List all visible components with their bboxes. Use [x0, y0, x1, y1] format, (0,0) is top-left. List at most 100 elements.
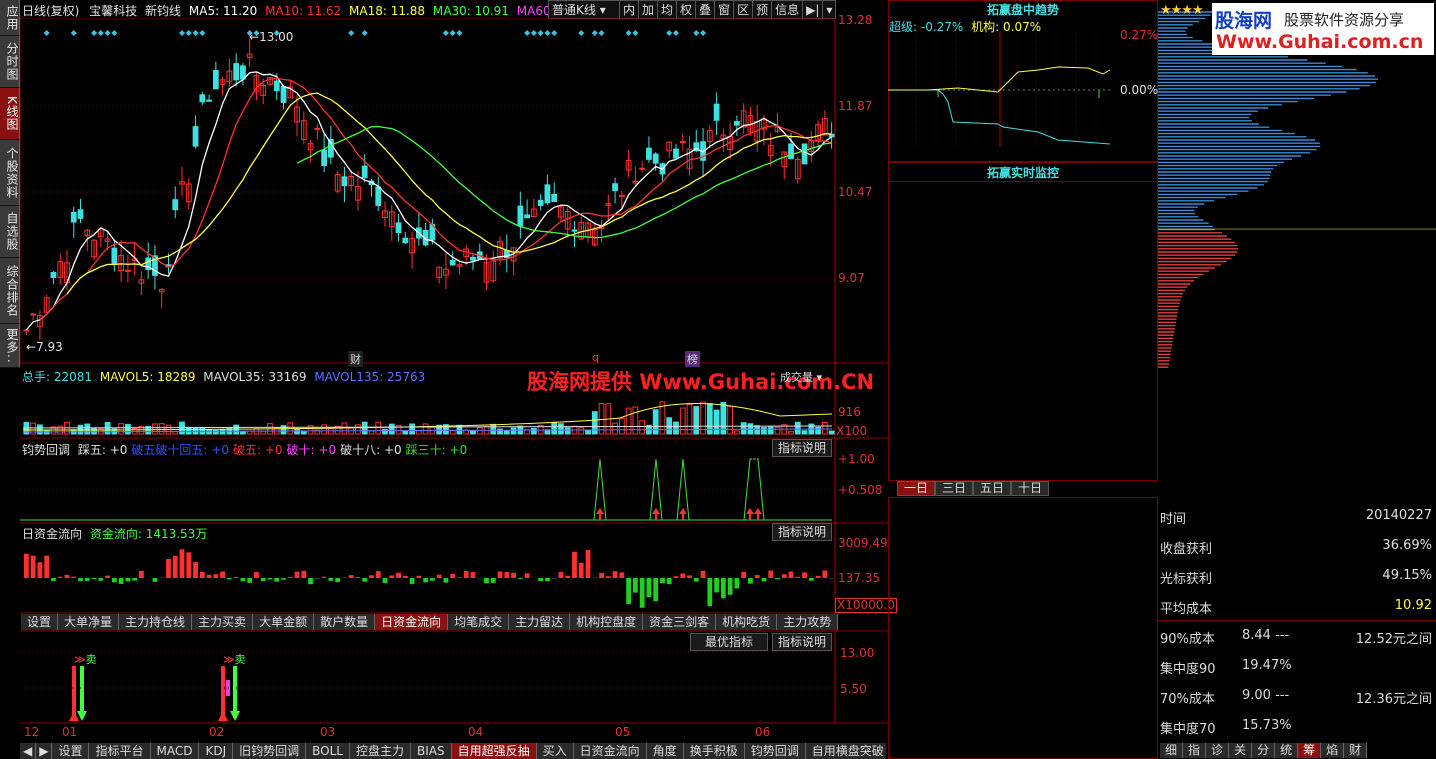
best-indicator-button[interactable]: 最优指标	[690, 633, 768, 651]
bottom-tab[interactable]: 旧钧势回调	[233, 743, 307, 759]
fund-flow-bar	[768, 570, 774, 578]
fund-flow-bar	[396, 572, 401, 578]
indicator-tab[interactable]: 机构控盘度	[570, 614, 644, 630]
bottom-tab[interactable]: MACD	[150, 743, 200, 759]
right-tab[interactable]: 统	[1275, 743, 1299, 758]
left-tab-6[interactable]: 更多..	[0, 324, 20, 368]
left-tab-2[interactable]: K线图	[0, 88, 20, 140]
indicator-tab[interactable]: 散户数量	[314, 614, 376, 630]
fund-flow-bar	[612, 571, 618, 578]
candle-down	[70, 212, 77, 223]
bottom-tab[interactable]: 换手积极	[683, 743, 745, 759]
diamond-marker	[449, 30, 456, 36]
toolbar-button[interactable]: 内	[619, 1, 638, 19]
chip-distribution-chart[interactable]	[1158, 0, 1436, 498]
bottom-tab[interactable]: 买入	[536, 743, 574, 759]
left-tab-3[interactable]: 个股资料	[0, 140, 20, 206]
diamond-marker	[185, 30, 192, 36]
next-arrow-icon[interactable]: ▶	[36, 743, 53, 759]
toolbar-button[interactable]: 叠	[695, 1, 714, 19]
day-tab[interactable]: 十日	[1011, 481, 1050, 496]
volume-bar	[531, 427, 537, 435]
indicator-tab[interactable]: 主力买卖	[192, 614, 254, 630]
volume-bar	[152, 423, 158, 435]
fund-flow-bar	[633, 578, 638, 593]
event-marker-finance[interactable]: 财	[348, 351, 363, 367]
chevron-down-icon[interactable]: ▾	[822, 1, 835, 19]
bottom-tab[interactable]: 角度	[646, 743, 684, 759]
prev-arrow-icon[interactable]: ◀	[20, 743, 37, 759]
indicator-tab[interactable]: 设置	[21, 614, 59, 630]
volume-bar	[503, 430, 510, 435]
indicator-tab[interactable]: 大单金额	[253, 614, 315, 630]
toolbar-button[interactable]: 预	[752, 1, 771, 19]
trend-help-button[interactable]: 指标说明	[772, 439, 832, 457]
volume-axis-label: 916	[838, 405, 861, 419]
day-tab[interactable]: 五日	[973, 481, 1012, 496]
indicator-tab[interactable]: 均笔成交	[448, 614, 510, 630]
toolbar-button[interactable]: 区	[733, 1, 752, 19]
high-price-value: 13.00	[259, 30, 294, 44]
volume-dropdown[interactable]: 成交量 ▾	[780, 369, 822, 385]
price-panel-frame	[20, 18, 836, 364]
toolbar-button[interactable]: 均	[657, 1, 676, 19]
right-tab[interactable]: 细	[1160, 743, 1184, 758]
toolbar-button[interactable]: 信息	[771, 1, 802, 19]
toolbar-button[interactable]: 权	[676, 1, 695, 19]
left-tab-5[interactable]: 综合排名	[0, 258, 20, 324]
bottom-tab[interactable]: 设置	[52, 743, 90, 759]
signal-panel-marks	[20, 651, 832, 721]
bottom-tab[interactable]: KDJ	[199, 743, 234, 759]
expand-icon[interactable]: ▶|	[802, 1, 822, 19]
toolbar-button[interactable]: 窗	[714, 1, 733, 19]
day-tab[interactable]: 一日	[897, 481, 936, 496]
fund-help-button[interactable]: 指标说明	[772, 523, 832, 541]
kline-type-select[interactable]: 普通K线 ▾	[549, 1, 619, 19]
indicator-tab[interactable]: 主力持仓线	[119, 614, 193, 630]
left-tab-4[interactable]: 自选股	[0, 206, 20, 258]
fund-flow-bar	[84, 578, 90, 581]
fund-flow-bar	[355, 577, 361, 578]
event-marker-rank[interactable]: 榜	[685, 351, 700, 367]
candle-down	[571, 229, 578, 232]
bottom-tab[interactable]: BIAS	[411, 743, 452, 759]
bottom-tab[interactable]: 自用超强反抽	[451, 743, 537, 759]
right-tab[interactable]: 筹	[1298, 743, 1322, 758]
bottom-tab[interactable]: BOLL	[306, 743, 350, 759]
toolbar-button[interactable]: 加	[638, 1, 657, 19]
indicator-tab[interactable]: 大单净量	[58, 614, 120, 630]
bottom-tab[interactable]: 自用横盘突破	[805, 743, 886, 759]
fund-flow-bar	[605, 576, 611, 578]
right-tab[interactable]: 财	[1344, 743, 1368, 758]
right-tab[interactable]: 焰	[1321, 743, 1345, 758]
signal-help-button[interactable]: 指标说明	[772, 633, 832, 651]
period-label[interactable]: 日线(复权)	[22, 4, 79, 18]
bottom-tab[interactable]: 钧势回调	[744, 743, 806, 759]
intraday-chart[interactable]	[888, 32, 1118, 152]
fund-flow-bar	[287, 577, 293, 578]
right-tab[interactable]: 指	[1183, 743, 1207, 758]
signal-axis-label: 5.50	[840, 682, 867, 696]
right-tab[interactable]: 关	[1229, 743, 1253, 758]
day-tab[interactable]: 三日	[935, 481, 974, 496]
candle-down	[233, 63, 240, 81]
candle-down	[321, 149, 328, 167]
bottom-tab[interactable]: 控盘主力	[350, 743, 412, 759]
volume-header: 总手: 22081 MAVOL5: 18289 MAVOL35: 33169 M…	[22, 368, 425, 385]
bottom-tab[interactable]: 日资金流向	[573, 743, 647, 759]
bottom-tab[interactable]: 指标平台	[89, 743, 151, 759]
candle-down	[788, 143, 794, 160]
indicator-tab[interactable]: 资金三剑客	[643, 614, 717, 630]
left-tab-0[interactable]: 应用	[0, 0, 20, 36]
fund-flow-bar	[348, 575, 354, 578]
bottom-tab-list: 设置 指标平台 MACD KDJ 旧钧势回调 BOLL 控盘主力 BIAS 自用超强反抽 买入 日资…	[52, 743, 886, 759]
indicator-tab[interactable]: 日资金流向	[375, 614, 449, 630]
indicator-tab[interactable]: 机构吃货	[716, 614, 778, 630]
indicator-tab[interactable]: 主力留达	[509, 614, 571, 630]
mavol5: MAVOL5: 18289	[99, 370, 196, 384]
right-tab[interactable]: 诊	[1206, 743, 1230, 758]
indicator-tab[interactable]: 主力攻势	[777, 614, 839, 630]
right-tab[interactable]: 分	[1252, 743, 1276, 758]
left-tab-1[interactable]: 分时图	[0, 36, 20, 88]
event-marker-q[interactable]: q	[590, 351, 601, 364]
